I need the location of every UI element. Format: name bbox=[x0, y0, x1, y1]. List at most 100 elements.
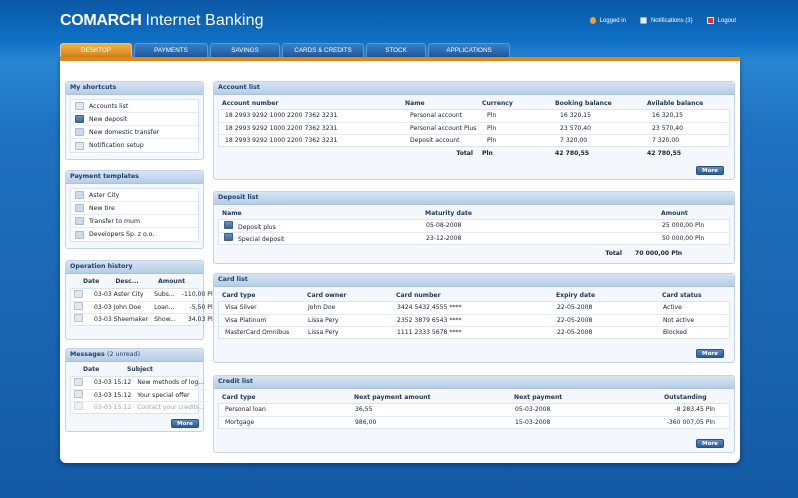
logout-link[interactable]: Logout bbox=[706, 17, 736, 24]
top-nav: Logged in Notifications (3) Logout bbox=[589, 17, 736, 24]
credit-list-title: Credit list bbox=[214, 376, 734, 389]
account-total-currency: Pln bbox=[482, 149, 493, 157]
shortcut-accounts-list[interactable]: Accounts list bbox=[71, 100, 198, 113]
history-col-icon bbox=[66, 275, 80, 287]
credit-next-amount: 986,00 bbox=[352, 415, 512, 428]
shortcuts-list: Accounts list New deposit New domestic t… bbox=[70, 99, 199, 153]
template-item[interactable]: Transfer to mum bbox=[71, 215, 198, 228]
template-item[interactable]: Developers Sp. z o.o. bbox=[71, 228, 198, 241]
col-card-type: Card type bbox=[222, 291, 256, 299]
table-row[interactable]: MasterCard Omnibus Lissa Pery 1111 2333 … bbox=[219, 325, 729, 338]
card-status: Blocked bbox=[660, 325, 729, 338]
deposit-list-box: Deposit list Name Maturity date Amount D… bbox=[213, 191, 735, 264]
message-row[interactable]: 03-03 15:12 New methods of log... bbox=[71, 377, 208, 389]
col-outstanding: Outstanding bbox=[664, 393, 707, 401]
tab-desktop[interactable]: DESKTOP bbox=[60, 43, 132, 57]
account-rows: 18 2993 9292 1000 2200 7362 3231 Persona… bbox=[218, 109, 730, 147]
credit-next-amount: 36,55 bbox=[355, 406, 373, 414]
logged-in-link[interactable]: Logged in bbox=[589, 17, 626, 24]
table-row[interactable]: Visa Platinum Lissa Pery 2352 3879 6543 … bbox=[219, 313, 729, 326]
messages-title: Messages bbox=[70, 351, 105, 358]
account-available: 16 320,15 bbox=[652, 112, 684, 120]
shortcut-notification-setup[interactable]: Notification setup bbox=[71, 139, 198, 152]
envelope-icon bbox=[74, 390, 83, 398]
card-expiry: 22-05-2008 bbox=[554, 313, 660, 326]
account-currency: Pln bbox=[484, 133, 557, 146]
table-row[interactable]: Visa Silver John Doe 3424 5432 4555 ****… bbox=[219, 302, 729, 314]
table-row[interactable]: 18 2993 9292 1000 2200 7362 3231 Deposit… bbox=[219, 133, 729, 146]
credit-outstanding: -8 283,45 Pln bbox=[674, 406, 715, 414]
account-total-label: Total bbox=[456, 149, 473, 157]
template-label: Aster City bbox=[89, 191, 120, 199]
shortcut-new-deposit[interactable]: New deposit bbox=[71, 113, 198, 126]
cards-more-button[interactable]: More bbox=[696, 349, 724, 358]
envelope-icon bbox=[74, 402, 83, 411]
card-expiry: 22-05-2008 bbox=[557, 304, 593, 312]
message-date: 03-03 15:12 bbox=[91, 400, 135, 413]
message-row[interactable]: 03-03 15:12 Contact your credits... bbox=[71, 400, 208, 413]
table-row[interactable]: 03-03 Aster City Subs... -110,00 Pln bbox=[71, 289, 220, 301]
col-expiry-date: Expiry date bbox=[556, 291, 596, 299]
account-total: Total Pln 42 780,55 42 780,55 bbox=[214, 147, 734, 159]
tab-stock[interactable]: STOCK bbox=[366, 43, 426, 57]
table-row[interactable]: Deposit plus 05-08-2008 25 000,00 Pln bbox=[219, 220, 729, 232]
brand-rest: Internet Banking bbox=[145, 12, 264, 29]
col-maturity-date: Maturity date bbox=[425, 209, 473, 217]
accounts-more-button[interactable]: More bbox=[696, 166, 724, 175]
tab-stripe bbox=[60, 57, 740, 61]
tab-applications[interactable]: APPLICATIONS bbox=[428, 43, 510, 57]
message-date: 03-03 15:12 bbox=[94, 379, 132, 387]
history-box: Operation history Date Desc... Amount 03… bbox=[65, 260, 220, 340]
credits-more-button[interactable]: More bbox=[696, 439, 724, 448]
account-booking: 16 320,15 bbox=[560, 112, 592, 120]
table-row[interactable]: Mortgage 986,00 15-03-2008 -360 007,05 P… bbox=[219, 415, 729, 428]
card-list-title: Card list bbox=[214, 274, 734, 287]
card-owner: Lissa Pery bbox=[305, 313, 394, 326]
tab-payments[interactable]: PAYMENTS bbox=[134, 43, 208, 57]
table-row[interactable]: 03-03 John Doe Loan... -5,50 Pln bbox=[71, 300, 220, 313]
credit-next-payment: 05-03-2008 bbox=[515, 406, 551, 414]
logged-in-label: Logged in bbox=[599, 17, 626, 24]
table-row[interactable]: Special deposit 23-12-2008 50 000,00 Pln bbox=[219, 231, 729, 244]
tab-cards-credits[interactable]: CARDS & CREDITS bbox=[282, 43, 364, 57]
credit-type: Mortgage bbox=[219, 415, 352, 428]
col-deposit-name: Name bbox=[222, 209, 242, 217]
card-owner: John Doe bbox=[308, 304, 336, 312]
col-deposit-amount: Amount bbox=[661, 209, 688, 217]
card-expiry: 22-05-2008 bbox=[554, 325, 660, 338]
col-card-owner: Card owner bbox=[307, 291, 347, 299]
list-icon bbox=[75, 102, 84, 110]
table-row[interactable]: Personal loan 36,55 05-03-2008 -8 283,45… bbox=[219, 404, 729, 416]
account-name: Deposit account bbox=[407, 133, 484, 146]
deposit-total: Total 70 000,00 Pln bbox=[214, 247, 734, 259]
notification-icon bbox=[639, 17, 647, 24]
deposit-header: Name Maturity date Amount bbox=[214, 207, 734, 219]
credit-next-payment: 15-03-2008 bbox=[512, 415, 662, 428]
history-col-date: Date bbox=[83, 277, 100, 285]
table-row[interactable]: 18 2993 9292 1000 2200 7362 3231 Persona… bbox=[219, 110, 729, 122]
col-next-payment-amount: Next payment amount bbox=[354, 393, 431, 401]
templates-list: Aster City New tire Transfer to mum Deve… bbox=[70, 188, 199, 242]
deposit-amount: 25 000,00 Pln bbox=[662, 222, 705, 230]
message-row[interactable]: 03-03 15:12 Your special offer bbox=[71, 388, 208, 401]
table-row[interactable]: 18 2993 9292 1000 2200 7362 3231 Persona… bbox=[219, 121, 729, 134]
message-subject: New methods of log... bbox=[137, 379, 205, 387]
card-header: Card type Card owner Card number Expiry … bbox=[214, 289, 734, 301]
message-subject: Your special offer bbox=[134, 388, 208, 401]
template-label: Transfer to mum bbox=[89, 217, 140, 225]
messages-more-button[interactable]: More bbox=[171, 419, 199, 428]
shortcut-new-transfer[interactable]: New domestic transfer bbox=[71, 126, 198, 139]
history-table: Date Desc... Amount bbox=[66, 275, 203, 287]
account-name: Personal account Plus bbox=[407, 121, 484, 134]
col-name: Name bbox=[405, 99, 425, 107]
template-item[interactable]: New tire bbox=[71, 202, 198, 215]
main-tabs: DESKTOP PAYMENTS SAVINGS CARDS & CREDITS… bbox=[60, 43, 510, 57]
notifications-link[interactable]: Notifications (3) bbox=[639, 17, 693, 24]
table-row[interactable]: 03-03 Sheemaker Show... 34,03 Pln bbox=[71, 312, 220, 325]
shortcuts-box: My shortcuts Accounts list New deposit N… bbox=[65, 81, 204, 160]
template-item[interactable]: Aster City bbox=[71, 189, 198, 202]
top-bar: COMARCH Internet Banking Logged in Notifi… bbox=[0, 0, 798, 42]
tab-savings[interactable]: SAVINGS bbox=[210, 43, 280, 57]
deposit-amount: 50 000,00 Pln bbox=[659, 231, 729, 244]
messages-header: Date Subject bbox=[66, 363, 203, 375]
